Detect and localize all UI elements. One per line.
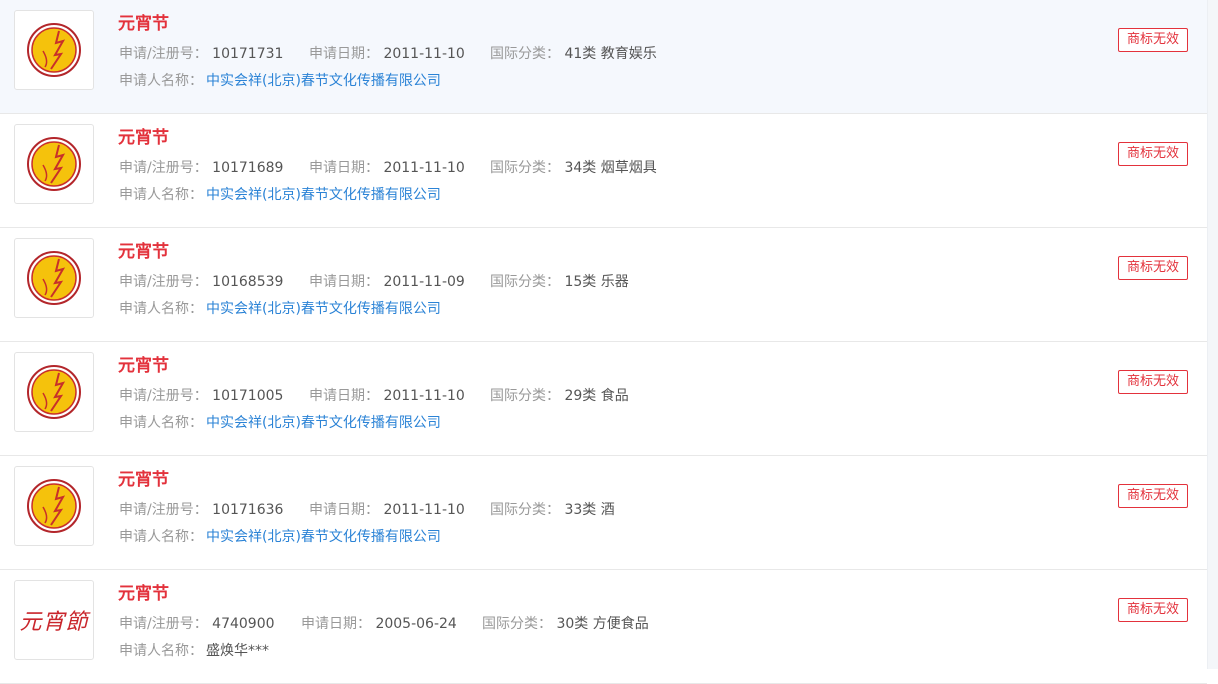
applicant-label: 申请人名称： bbox=[119, 187, 203, 203]
status-badge: 商标无效 bbox=[1118, 256, 1189, 280]
trademark-meta: 申请/注册号： 10171689 申请日期： 2011-11-10 国际分类： 34… bbox=[119, 158, 657, 178]
intl-class-label: 国际分类： bbox=[490, 274, 560, 290]
status-badge: 商标无效 bbox=[1118, 370, 1189, 394]
date-value: 2011-11-10 bbox=[383, 160, 465, 176]
intl-class-label: 国际分类： bbox=[490, 388, 560, 404]
regno-value: 10171731 bbox=[212, 46, 284, 62]
trademark-result-row[interactable]: 元宵节 申请/注册号： 10171005 申请日期： 2011-11-10 国际分类… bbox=[0, 342, 1207, 456]
applicant-line: 申请人名称： 盛焕华*** bbox=[119, 641, 269, 661]
applicant-label: 申请人名称： bbox=[119, 301, 203, 317]
status-badge: 商标无效 bbox=[1118, 28, 1189, 52]
round-seal-logo-icon bbox=[27, 251, 81, 305]
date-label: 申请日期： bbox=[309, 46, 379, 62]
trademark-logo[interactable] bbox=[14, 124, 94, 204]
date-label: 申请日期： bbox=[309, 388, 379, 404]
date-value: 2011-11-09 bbox=[383, 274, 465, 290]
scrollbar-track[interactable] bbox=[1207, 0, 1218, 669]
round-seal-logo-icon bbox=[27, 365, 81, 419]
trademark-result-row[interactable]: 元宵节 申请/注册号： 10171636 申请日期： 2011-11-10 国际分类… bbox=[0, 456, 1207, 570]
regno-value: 10171689 bbox=[212, 160, 284, 176]
status-badge: 商标无效 bbox=[1118, 142, 1189, 166]
date-value: 2005-06-24 bbox=[375, 616, 457, 632]
trademark-result-row[interactable]: 元宵节 申请/注册号： 10171689 申请日期： 2011-11-10 国际分类… bbox=[0, 114, 1207, 228]
date-label: 申请日期： bbox=[309, 160, 379, 176]
intl-class-label: 国际分类： bbox=[490, 160, 560, 176]
regno-label: 申请/注册号： bbox=[119, 502, 208, 518]
trademark-result-row[interactable]: 元宵节 申请/注册号： 10168539 申请日期： 2011-11-09 国际分类… bbox=[0, 228, 1207, 342]
applicant-line: 申请人名称： 中实会祥(北京)春节文化传播有限公司 bbox=[119, 71, 441, 91]
trademark-logo[interactable]: 元宵節 bbox=[14, 580, 94, 660]
date-label: 申请日期： bbox=[309, 274, 379, 290]
applicant-link[interactable]: 中实会祥(北京)春节文化传播有限公司 bbox=[206, 529, 441, 545]
intl-class-value: 29类 食品 bbox=[564, 388, 629, 404]
date-label: 申请日期： bbox=[301, 616, 371, 632]
regno-label: 申请/注册号： bbox=[119, 274, 208, 290]
trademark-name[interactable]: 元宵节 bbox=[118, 241, 169, 263]
date-value: 2011-11-10 bbox=[383, 388, 465, 404]
date-value: 2011-11-10 bbox=[383, 502, 465, 518]
applicant-line: 申请人名称： 中实会祥(北京)春节文化传播有限公司 bbox=[119, 185, 441, 205]
intl-class-label: 国际分类： bbox=[490, 502, 560, 518]
intl-class-value: 33类 酒 bbox=[564, 502, 615, 518]
regno-label: 申请/注册号： bbox=[119, 616, 208, 632]
applicant-label: 申请人名称： bbox=[119, 73, 203, 89]
intl-class-value: 41类 教育娱乐 bbox=[564, 46, 657, 62]
round-seal-logo-icon bbox=[27, 479, 81, 533]
applicant-link[interactable]: 中实会祥(北京)春节文化传播有限公司 bbox=[206, 301, 441, 317]
date-label: 申请日期： bbox=[309, 502, 379, 518]
regno-label: 申请/注册号： bbox=[119, 388, 208, 404]
intl-class-label: 国际分类： bbox=[490, 46, 560, 62]
date-value: 2011-11-10 bbox=[383, 46, 465, 62]
applicant-link[interactable]: 中实会祥(北京)春节文化传播有限公司 bbox=[206, 187, 441, 203]
regno-label: 申请/注册号： bbox=[119, 160, 208, 176]
regno-value: 10168539 bbox=[212, 274, 284, 290]
trademark-logo[interactable] bbox=[14, 352, 94, 432]
regno-value: 10171636 bbox=[212, 502, 284, 518]
applicant-link[interactable]: 中实会祥(北京)春节文化传播有限公司 bbox=[206, 415, 441, 431]
regno-value: 10171005 bbox=[212, 388, 284, 404]
applicant-label: 申请人名称： bbox=[119, 529, 203, 545]
trademark-result-row[interactable]: 元宵節 元宵节 申请/注册号： 4740900 申请日期： 2005-06-24 国… bbox=[0, 570, 1207, 684]
status-badge: 商标无效 bbox=[1118, 598, 1189, 622]
trademark-name[interactable]: 元宵节 bbox=[118, 355, 169, 377]
regno-label: 申请/注册号： bbox=[119, 46, 208, 62]
regno-value: 4740900 bbox=[212, 616, 275, 632]
applicant-line: 申请人名称： 中实会祥(北京)春节文化传播有限公司 bbox=[119, 413, 441, 433]
calligraphy-logo: 元宵節 bbox=[19, 610, 89, 635]
trademark-logo[interactable] bbox=[14, 238, 94, 318]
trademark-name[interactable]: 元宵节 bbox=[118, 13, 169, 35]
trademark-name[interactable]: 元宵节 bbox=[118, 583, 169, 605]
intl-class-value: 30类 方便食品 bbox=[556, 616, 649, 632]
trademark-meta: 申请/注册号： 10168539 申请日期： 2011-11-09 国际分类： 15… bbox=[119, 272, 629, 292]
trademark-logo[interactable] bbox=[14, 10, 94, 90]
applicant-label: 申请人名称： bbox=[119, 643, 203, 659]
trademark-meta: 申请/注册号： 10171731 申请日期： 2011-11-10 国际分类： 41… bbox=[119, 44, 657, 64]
trademark-meta: 申请/注册号： 10171636 申请日期： 2011-11-10 国际分类： 33… bbox=[119, 500, 615, 520]
applicant-link[interactable]: 中实会祥(北京)春节文化传播有限公司 bbox=[206, 73, 441, 89]
applicant-name: 盛焕华*** bbox=[206, 643, 269, 659]
round-seal-logo-icon bbox=[27, 137, 81, 191]
trademark-result-row[interactable]: 元宵节 申请/注册号： 10171731 申请日期： 2011-11-10 国际分类… bbox=[0, 0, 1207, 114]
trademark-meta: 申请/注册号： 4740900 申请日期： 2005-06-24 国际分类： 30类… bbox=[119, 614, 649, 634]
applicant-label: 申请人名称： bbox=[119, 415, 203, 431]
trademark-name[interactable]: 元宵节 bbox=[118, 469, 169, 491]
trademark-name[interactable]: 元宵节 bbox=[118, 127, 169, 149]
intl-class-label: 国际分类： bbox=[482, 616, 552, 632]
applicant-line: 申请人名称： 中实会祥(北京)春节文化传播有限公司 bbox=[119, 299, 441, 319]
trademark-logo[interactable] bbox=[14, 466, 94, 546]
trademark-result-list: 元宵节 申请/注册号： 10171731 申请日期： 2011-11-10 国际分类… bbox=[0, 0, 1207, 684]
trademark-meta: 申请/注册号： 10171005 申请日期： 2011-11-10 国际分类： 29… bbox=[119, 386, 629, 406]
status-badge: 商标无效 bbox=[1118, 484, 1189, 508]
applicant-line: 申请人名称： 中实会祥(北京)春节文化传播有限公司 bbox=[119, 527, 441, 547]
intl-class-value: 34类 烟草烟具 bbox=[564, 160, 657, 176]
intl-class-value: 15类 乐器 bbox=[564, 274, 629, 290]
round-seal-logo-icon bbox=[27, 23, 81, 77]
